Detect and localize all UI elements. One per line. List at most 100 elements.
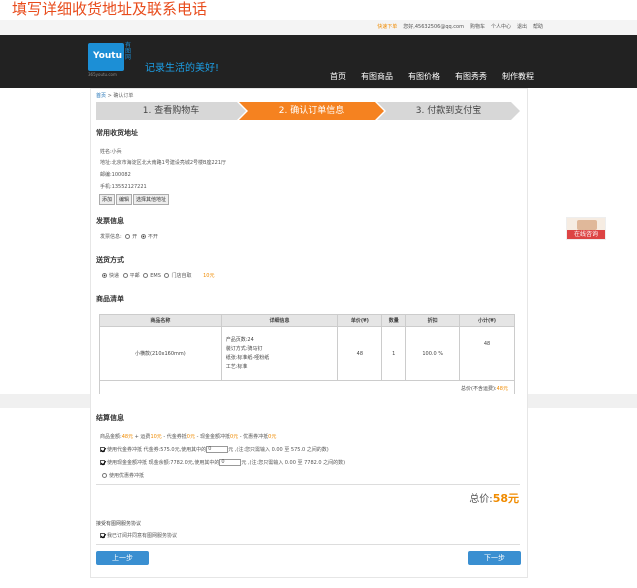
edit-address-button[interactable]: 编辑 (116, 194, 133, 205)
voucher-hint: 元 ,(注:您只需输入 0.00 至 575.0 之间的数) (228, 447, 329, 453)
nav-show[interactable]: 有图秀秀 (455, 71, 487, 82)
personal-center-link[interactable]: 个人中心 (491, 23, 511, 30)
coupon-radio[interactable] (102, 473, 107, 478)
address-postcode: 邮编:100082 (100, 172, 131, 178)
cash-amount-input[interactable]: 0 (219, 459, 242, 466)
col-discount: 折扣 (405, 314, 461, 327)
item-qty: 1 (381, 326, 407, 381)
summary-cash-label: - 现金金额冲抵 (194, 434, 230, 440)
item-detail-line: 纸张:标准纸-哑粉纸 (225, 354, 270, 361)
nav-prices[interactable]: 有图价格 (408, 71, 440, 82)
agreement-title: 接受有图网服务协议 (96, 521, 142, 527)
goods-title: 商品清单 (96, 295, 124, 303)
settlement-summary: 商品金额:48元 + 运费10元 - 代金券抵0元 - 现金金额冲抵0元 - 优… (100, 433, 276, 440)
item-subtotal: 48 (459, 326, 515, 381)
col-subtotal: 小计(¥) (459, 314, 515, 327)
summary-shipping-label: + 运费 (133, 434, 151, 440)
invoice-title: 发票信息 (96, 217, 124, 225)
breadcrumb-current: 确认订单 (113, 93, 134, 99)
grand-total-label: 总价: (469, 494, 493, 505)
top-bar: 快速下单 您好,45632506@qq.com 购物车 个人中心 退出 帮助 (0, 20, 637, 35)
step-confirm-order: 2. 确认订单信息 (239, 102, 384, 120)
address-buttons: 添加 编辑 选择其他地址 (99, 194, 170, 205)
col-name: 商品名称 (99, 314, 222, 327)
coupon-label: 使用优惠券冲抵 (109, 473, 145, 479)
item-detail-line: 产品页数:24 (225, 336, 254, 343)
logo-domain: 365youtu.com (88, 72, 117, 77)
nav-home[interactable]: 首页 (330, 71, 346, 82)
invoice-yes-radio[interactable] (125, 234, 131, 239)
agreement-row: 我已订阅并同意有图网服务协议 (100, 532, 177, 539)
goods-total-value: 48元 (496, 386, 508, 392)
cash-hint: 元 ,(注:您只需输入 0.00 至 7782.0 之间的数) (241, 460, 346, 466)
goods-header-row: 商品名称 详细信息 单价(¥) 数量 折扣 小计(¥) (99, 314, 515, 327)
next-step-button[interactable]: 下一步 (468, 551, 521, 565)
address-name: 姓名:小兵 (100, 149, 122, 155)
main-nav: 首页 有图商品 有图价格 有图秀秀 制作教程 (330, 71, 534, 82)
step-view-cart: 1. 查看购物车 (96, 102, 246, 120)
fast-order-link[interactable]: 快速下单 (377, 23, 397, 30)
shipping-pickup-radio[interactable] (164, 273, 170, 278)
col-detail: 详细信息 (220, 314, 339, 327)
item-details: 产品页数:24 装订方式:骑马钉 纸张:标准纸-哑粉纸 工艺:标准 (220, 326, 339, 381)
summary-cash-value: 0元 (229, 434, 239, 440)
logo-cn: 有图网 (125, 42, 132, 61)
col-qty: 数量 (381, 314, 407, 327)
cash-row: 使用现金金额冲抵 现金余额:7782.0元,使用其中的 0 元 ,(注:您只需输入 … (100, 459, 345, 466)
consult-label: 在线咨询 (567, 230, 605, 239)
grand-total: 总价:58元 (469, 490, 519, 506)
shipping-options: 快递 平邮 EMS 门店自取 10元 (100, 272, 214, 279)
choose-address-button[interactable]: 选择其他地址 (133, 194, 170, 205)
agreement-checkbox[interactable] (100, 533, 105, 538)
agreement-divider (96, 544, 520, 545)
settlement-divider (96, 484, 520, 485)
prev-step-button[interactable]: 上一步 (96, 551, 149, 565)
item-discount: 100.0 % (405, 326, 461, 381)
item-detail-line: 工艺:标准 (225, 363, 248, 370)
shipping-post-label: 平邮 (129, 273, 140, 279)
summary-shipping-value: 10元 (150, 434, 162, 440)
coupon-row: 使用优惠券冲抵 (100, 472, 144, 479)
voucher-label: 使用代金券冲抵 代金券:575.0元,使用其中的 (107, 447, 207, 453)
online-consult-widget[interactable]: 在线咨询 (566, 217, 606, 240)
voucher-amount-input[interactable]: 0 (206, 446, 229, 453)
help-link[interactable]: 帮助 (533, 23, 543, 30)
invoice-no-radio[interactable] (140, 234, 146, 239)
shipping-post-radio[interactable] (122, 273, 128, 278)
consult-photo (577, 220, 597, 230)
shipping-fee: 10元 (203, 273, 215, 279)
address-detail: 地址:北京市海淀区北大南路1号建设亮城2号楼B座221厅 (100, 160, 227, 166)
voucher-row: 使用代金券冲抵 代金券:575.0元,使用其中的 0 元 ,(注:您只需输入 0.0… (100, 446, 329, 453)
shipping-ems-label: EMS (150, 273, 161, 279)
cash-checkbox[interactable] (100, 460, 105, 465)
voucher-checkbox[interactable] (100, 447, 105, 452)
summary-coupon-value: 0元 (268, 434, 277, 440)
summary-goods-label: 商品金额: (100, 434, 122, 440)
logout-link[interactable]: 退出 (517, 23, 527, 30)
shipping-ems-radio[interactable] (143, 273, 149, 278)
nav-products[interactable]: 有图商品 (361, 71, 393, 82)
goods-table: 商品名称 详细信息 单价(¥) 数量 折扣 小计(¥) 小横款(210x160m… (99, 314, 515, 397)
summary-goods-value: 48元 (121, 434, 134, 440)
summary-voucher-label: - 代金券抵 (161, 434, 187, 440)
summary-voucher-value: 0元 (186, 434, 195, 440)
item-price: 48 (337, 326, 383, 381)
nav-tutorial[interactable]: 制作教程 (502, 71, 534, 82)
shipping-express-label: 快递 (109, 273, 120, 279)
checkout-steps: 1. 查看购物车 2. 确认订单信息 3. 付款到支付宝 (96, 102, 520, 120)
item-detail-line: 装订方式:骑马钉 (225, 345, 263, 352)
cart-link[interactable]: 购物车 (470, 23, 485, 30)
logo-text[interactable]: Youtu (93, 51, 122, 61)
invoice-label: 发票信息: (100, 234, 122, 240)
table-row: 小横款(210x160mm) 产品页数:24 装订方式:骑马钉 纸张:标准纸-哑… (99, 326, 515, 381)
annotation-title: 填写详细收货地址及联系电话 (12, 0, 208, 18)
breadcrumb-home[interactable]: 首页 (96, 93, 106, 99)
agreement-text: 我已订阅并同意有图网服务协议 (107, 533, 178, 539)
step-pay-alipay: 3. 付款到支付宝 (377, 102, 520, 120)
address-phone: 手机:13552127221 (100, 184, 147, 190)
item-name: 小横款(210x160mm) (99, 326, 222, 381)
invoice-options: 发票信息: 开 不开 (100, 233, 158, 240)
add-address-button[interactable]: 添加 (99, 194, 116, 205)
shipping-express-radio[interactable] (102, 273, 107, 278)
col-price: 单价(¥) (337, 314, 383, 327)
